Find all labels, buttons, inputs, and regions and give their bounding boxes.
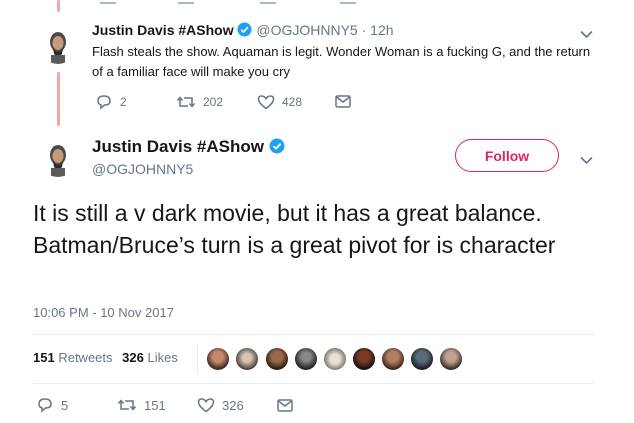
reply-time[interactable]: 12h xyxy=(370,22,393,38)
likes-stat-label: Likes xyxy=(147,350,178,365)
reply-action-reply[interactable]: 2 xyxy=(95,94,127,110)
reply-count: 2 xyxy=(120,95,127,109)
retweets-stat[interactable]: 151 Retweets xyxy=(33,350,116,365)
previous-retweet-icon[interactable] xyxy=(178,0,194,4)
like-icon xyxy=(197,398,215,413)
main-reply-count: 5 xyxy=(61,397,69,413)
thread-line-middle xyxy=(57,72,60,126)
main-action-like[interactable]: 326 xyxy=(197,397,244,413)
thread-line-top xyxy=(57,0,60,12)
retweets-stat-count: 151 xyxy=(33,350,55,365)
reply-tweet-header: Justin Davis #AShow @OGJOHNNY5 · 12h xyxy=(92,22,394,40)
main-action-reply[interactable]: 5 xyxy=(36,397,68,413)
like-icon xyxy=(257,95,275,110)
divider-bottom xyxy=(33,383,594,384)
verified-badge-icon xyxy=(269,138,285,159)
reply-icon xyxy=(38,398,52,413)
like-count: 428 xyxy=(282,95,303,109)
likes-stat-count: 326 xyxy=(122,350,144,365)
liker-avatars-divider xyxy=(197,344,198,374)
likes-stat[interactable]: 326 Likes xyxy=(122,350,178,365)
liker-avatar[interactable] xyxy=(381,347,405,371)
retweets-stat-label: Retweets xyxy=(58,350,113,365)
previous-reply-icon[interactable] xyxy=(100,0,116,4)
main-display-name[interactable]: Justin Davis #AShow xyxy=(92,137,264,156)
main-retweet-count: 151 xyxy=(144,397,166,413)
previous-tweet-actions xyxy=(100,0,360,4)
engagement-stats: 151 Retweets 326 Likes xyxy=(33,350,178,365)
liker-avatar[interactable] xyxy=(352,347,376,371)
avatar-main-tweet[interactable] xyxy=(40,141,76,177)
main-handle[interactable]: @OGJOHNNY5 xyxy=(92,161,193,177)
reply-handle[interactable]: @OGJOHNNY5 xyxy=(256,22,357,38)
direct-message-icon xyxy=(335,95,351,108)
divider-top xyxy=(33,334,594,335)
verified-badge-icon xyxy=(237,22,253,40)
retweet-icon xyxy=(117,399,137,411)
retweet-count: 202 xyxy=(203,95,224,109)
liker-avatar[interactable] xyxy=(206,347,230,371)
previous-dm-icon[interactable] xyxy=(340,0,356,4)
reply-action-retweet[interactable]: 202 xyxy=(176,94,223,110)
previous-like-icon[interactable] xyxy=(260,0,276,4)
main-action-retweet[interactable]: 151 xyxy=(117,397,166,413)
reply-action-like[interactable]: 428 xyxy=(257,94,302,110)
retweet-icon xyxy=(176,96,196,108)
avatar-reply-tweet[interactable] xyxy=(40,28,76,64)
liker-avatar[interactable] xyxy=(235,347,259,371)
reply-display-name[interactable]: Justin Davis #AShow xyxy=(92,22,234,38)
liker-avatar[interactable] xyxy=(265,347,289,371)
reply-tweet-text: Flash steals the show. Aquaman is legit.… xyxy=(92,44,591,79)
reply-separator: · xyxy=(361,22,367,38)
direct-message-icon xyxy=(277,399,293,412)
liker-avatar[interactable] xyxy=(323,347,347,371)
tweet-timestamp[interactable]: 10:06 PM - 10 Nov 2017 xyxy=(33,305,174,320)
chevron-down-icon[interactable] xyxy=(580,152,593,170)
follow-button[interactable]: Follow xyxy=(455,139,559,172)
reply-action-dm[interactable] xyxy=(335,95,358,108)
reply-icon xyxy=(97,95,111,110)
main-action-dm[interactable] xyxy=(277,399,300,412)
main-display-name-row: Justin Davis #AShow xyxy=(92,137,285,159)
main-tweet-text: It is still a v dark movie, but it has a… xyxy=(33,200,556,258)
liker-avatar[interactable] xyxy=(294,347,318,371)
liker-avatar[interactable] xyxy=(439,347,463,371)
liker-avatar[interactable] xyxy=(410,347,434,371)
main-like-count: 326 xyxy=(222,397,244,413)
